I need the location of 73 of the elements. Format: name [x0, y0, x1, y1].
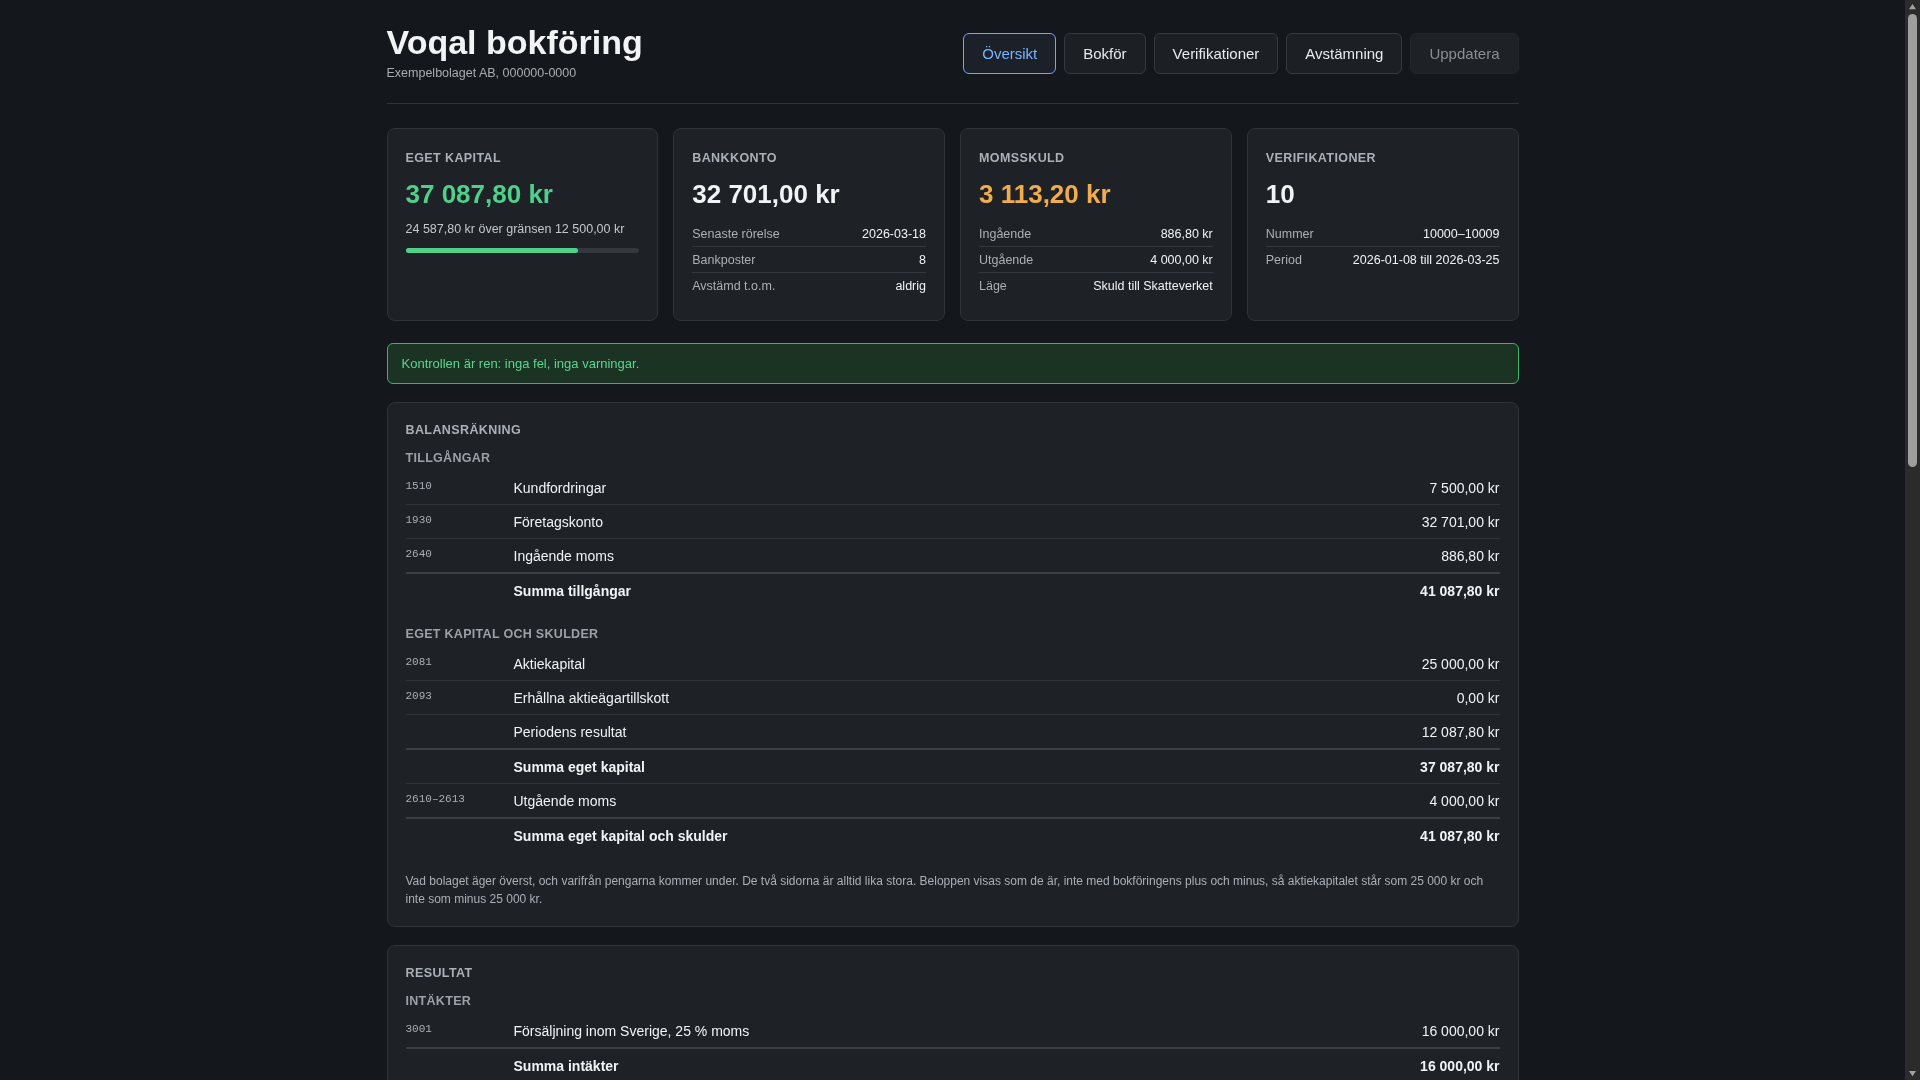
nav-tab[interactable]: Verifikationer — [1153, 33, 1279, 74]
sum-label: Summa eget kapital — [513, 759, 646, 775]
detail-label: Ingående — [979, 227, 1032, 241]
detail-label: Utgående — [979, 253, 1034, 267]
account-number: 1510 — [405, 480, 432, 492]
scroll-up-icon[interactable] — [1908, 3, 1917, 10]
account-name: Kundfordringar — [513, 480, 608, 496]
detail-value: 2026-01-08 till 2026-03-25 — [1352, 253, 1500, 267]
account-number: 2640 — [405, 548, 432, 560]
account-number: 1930 — [405, 514, 432, 526]
company-subtitle: Exempelbolaget AB, 000000-0000 — [386, 66, 578, 80]
card-value: 10 — [1265, 179, 1296, 210]
sum-label: Summa tillgångar — [513, 583, 632, 599]
account-number: 2093 — [405, 690, 432, 702]
detail-label: Läge — [979, 279, 1007, 293]
card-label: VERIFIKATIONER — [1265, 151, 1377, 165]
section-title: BALANSRÄKNING — [405, 423, 523, 437]
amount: 7 500,00 kr — [1429, 480, 1500, 496]
app-title: Voqal bokföring — [386, 22, 643, 62]
card-value: 32 701,00 kr — [692, 179, 841, 210]
detail-label: Avstämd t.o.m. — [692, 279, 776, 293]
sum-amount: 16 000,00 kr — [1420, 1058, 1500, 1074]
account-name: Utgående moms — [513, 793, 618, 809]
detail-value: Skuld till Skatteverket — [1093, 279, 1213, 293]
card-label: MOMSSKULD — [979, 151, 1066, 165]
account-name: Erhållna aktieägartillskott — [513, 690, 671, 706]
card-label: BANKKONTO — [692, 151, 778, 165]
detail-value: 886,80 kr — [1160, 227, 1213, 241]
status-alert: Kontrollen är ren: inga fel, inga varningar. — [386, 343, 1519, 384]
amount: 12 087,80 kr — [1421, 724, 1500, 740]
account-name: Ingående moms — [513, 548, 615, 564]
amount: 4 000,00 kr — [1429, 793, 1500, 809]
detail-label: Bankposter — [692, 253, 756, 267]
nav-tab[interactable]: Översikt — [963, 33, 1057, 74]
account-name: Försäljning inom Sverige, 25 % moms — [513, 1023, 751, 1039]
amount: 25 000,00 kr — [1421, 656, 1500, 672]
amount: 32 701,00 kr — [1421, 514, 1500, 530]
detail-value: 2026-03-18 — [862, 227, 926, 241]
sum-label: Summa eget kapital och skulder — [513, 828, 729, 844]
sum-amount: 41 087,80 kr — [1420, 583, 1500, 599]
group-title: INTÄKTER — [405, 994, 473, 1008]
scrollbar-thumb[interactable] — [1908, 14, 1917, 467]
amount: 0,00 kr — [1456, 690, 1500, 706]
sum-label: Summa intäkter — [513, 1058, 620, 1074]
nav-tab[interactable]: Bokför — [1064, 33, 1146, 74]
detail-value: 10000–10009 — [1423, 227, 1500, 241]
card-value: 37 087,80 kr — [405, 179, 554, 210]
group-title: TILLGÅNGAR — [405, 451, 492, 465]
amount: 16 000,00 kr — [1421, 1023, 1500, 1039]
account-name: Periodens resultat — [513, 724, 628, 740]
account-name: Företagskonto — [513, 514, 604, 530]
detail-value: 4 000,00 kr — [1150, 253, 1213, 267]
scrollbar[interactable] — [1905, 0, 1920, 1080]
detail-label: Nummer — [1265, 227, 1314, 241]
nav-tab[interactable]: Avstämning — [1286, 33, 1403, 74]
account-number: 3001 — [405, 1023, 432, 1035]
account-number: 2610–2613 — [405, 793, 465, 805]
section-title: RESULTAT — [405, 966, 474, 980]
account-name: Aktiekapital — [513, 656, 587, 672]
sum-amount: 37 087,80 kr — [1420, 759, 1500, 775]
scroll-down-icon[interactable] — [1908, 1070, 1917, 1077]
detail-value: aldrig — [895, 279, 926, 293]
card-value: 3 113,20 kr — [979, 179, 1112, 210]
card-label: EGET KAPITAL — [405, 151, 503, 165]
amount: 886,80 kr — [1441, 548, 1500, 564]
group-title: EGET KAPITAL OCH SKULDER — [405, 627, 600, 641]
explanation-text: Vad bolaget äger överst, och varifrån pengarna kommer under. De två sidorna är alltid lika stora. Beloppen visas som de är, inte med bokföringens plus och minus, så aktiekapitalet står som 25 000 kr och inte som minus 25 000 kr. — [405, 873, 1485, 908]
account-number: 2081 — [405, 656, 432, 668]
sum-amount: 41 087,80 kr — [1420, 828, 1500, 844]
detail-label: Period — [1265, 253, 1302, 267]
detail-label: Senaste rörelse — [692, 227, 780, 241]
detail-value: 8 — [919, 253, 926, 267]
card-note: 24 587,80 kr över gränsen 12 500,00 kr — [405, 222, 626, 236]
